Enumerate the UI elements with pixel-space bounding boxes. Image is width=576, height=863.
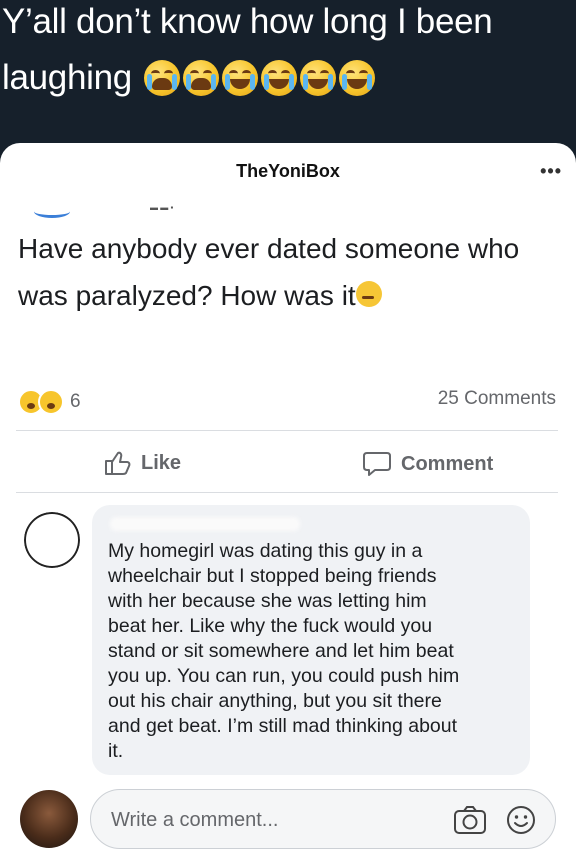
face-with-tears-of-joy-icon (222, 60, 259, 96)
divider (16, 492, 558, 493)
comment-label: Comment (401, 452, 494, 475)
camera-icon[interactable] (453, 804, 487, 836)
face-with-tears-of-joy-icon (339, 60, 376, 96)
divider (16, 430, 558, 431)
comment-input[interactable] (109, 804, 433, 836)
face-with-tears-of-joy-icon (261, 60, 298, 96)
comments-count[interactable]: 25 Comments (438, 388, 556, 410)
tweet-text-block: Y’all don’t know how long I been laughin… (2, 0, 572, 106)
page-logo-fragment (34, 205, 70, 218)
post-question: Have anybody ever dated someone who was … (18, 225, 558, 319)
speech-bubble-icon (363, 452, 391, 476)
face-with-tears-of-joy-icon (300, 60, 337, 96)
loudly-crying-face-icon (144, 60, 181, 96)
post-card: TheYoniBox ••• ▬ ▬ ▪ Have anybody ever d… (0, 143, 576, 863)
commenter-avatar[interactable] (20, 508, 84, 572)
user-avatar[interactable] (20, 790, 78, 848)
face-with-raised-eyebrow-icon (355, 281, 382, 307)
reaction-summary[interactable]: 6 (18, 389, 81, 415)
loudly-crying-face-icon (183, 60, 220, 96)
like-button[interactable]: Like (104, 450, 181, 476)
commenter-name-redacted[interactable] (110, 517, 300, 531)
post-question-text: Have anybody ever dated someone who was … (18, 233, 520, 311)
comment-button[interactable]: Comment (362, 450, 493, 478)
comment-bubble: My homegirl was dating this guy in a whe… (92, 505, 530, 775)
comment-text: My homegirl was dating this guy in a whe… (108, 540, 460, 762)
page-name[interactable]: TheYoniBox (0, 161, 576, 182)
like-label: Like (141, 451, 182, 474)
smiley-icon[interactable] (505, 804, 537, 836)
header-mark: ▬ ▬ ▪ (150, 203, 174, 212)
thumbs-up-icon (105, 451, 131, 475)
comment-composer[interactable] (90, 789, 556, 849)
more-options-icon[interactable]: ••• (540, 161, 562, 182)
wow-reaction-icon (38, 389, 64, 415)
reaction-count: 6 (70, 391, 81, 412)
